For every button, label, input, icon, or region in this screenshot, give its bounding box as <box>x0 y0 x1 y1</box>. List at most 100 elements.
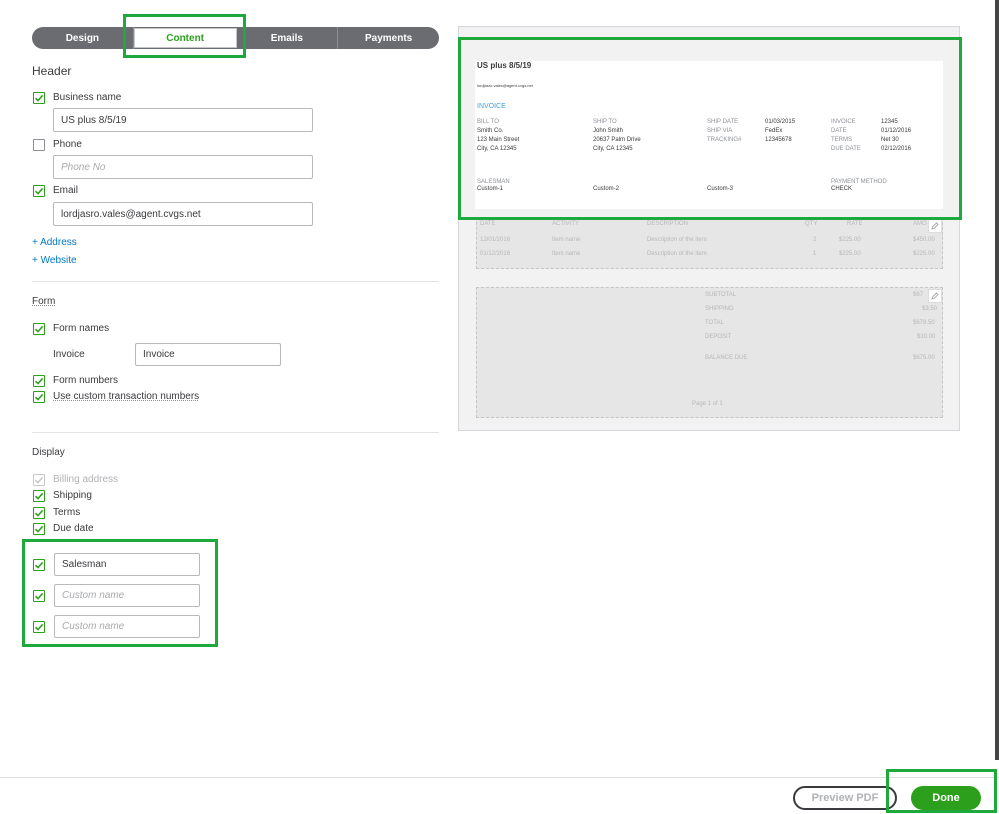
salesman-label: SALESMAN <box>477 179 510 185</box>
shipping-checkbox[interactable] <box>33 490 45 502</box>
tracking-label: TRACKING# <box>707 137 742 143</box>
footer-divider <box>0 777 999 778</box>
deposit-label: DEPOSIT <box>705 334 732 340</box>
invoice-no-label: INVOICE <box>831 119 856 125</box>
table-cell: Item name <box>552 237 581 243</box>
date-label: DATE <box>831 128 847 134</box>
table-header: AMO <box>913 221 927 227</box>
table-cell: Description of the item <box>647 251 707 257</box>
tab-bar: Design Content Emails Payments <box>32 27 439 49</box>
preview-table-block[interactable]: DATE ACTIVITY DESCRIPTION QTY RATE AMO 1… <box>476 217 943 269</box>
header-section-title: Header <box>32 64 72 78</box>
ship-date-value: 01/03/2015 <box>765 119 796 125</box>
scrollbar[interactable] <box>995 0 999 760</box>
business-name-label: Business name <box>53 92 122 103</box>
invoice-name-input[interactable]: Invoice <box>135 343 281 366</box>
balance-due-label: BALANCE DUE <box>705 355 748 361</box>
terms-value: Net 30 <box>881 137 899 143</box>
preview-email: lordjasro.vales@agent.cvgs.net <box>477 83 533 88</box>
check-icon <box>34 623 44 631</box>
tab-payments[interactable]: Payments <box>338 27 439 49</box>
email-checkbox[interactable] <box>33 185 45 197</box>
phone-input[interactable]: Phone No <box>53 155 313 179</box>
phone-label: Phone <box>53 139 82 150</box>
add-address-link[interactable]: + Address <box>32 237 77 248</box>
preview-doc-title: INVOICE <box>477 103 506 110</box>
preview-pdf-button[interactable]: Preview PDF <box>793 786 897 810</box>
custom-field-3-checkbox[interactable] <box>33 621 45 633</box>
check-icon <box>34 592 44 600</box>
ship-date-label: SHIP DATE <box>707 119 739 125</box>
subtotal-label: SUBTOTAL <box>705 292 737 298</box>
custom-field-1-input[interactable]: Salesman <box>54 553 200 576</box>
due-date-label: DUE DATE <box>831 146 861 152</box>
table-header: DATE <box>480 221 496 227</box>
business-name-input[interactable]: US plus 8/5/19 <box>53 108 313 132</box>
check-icon <box>34 525 44 533</box>
table-header: ACTIVITY <box>552 221 580 227</box>
business-name-checkbox[interactable] <box>33 92 45 104</box>
total-label: TOTAL <box>705 320 724 326</box>
table-cell: 01/12/2016 <box>480 251 511 257</box>
custom-field-1-checkbox[interactable] <box>33 559 45 571</box>
phone-checkbox[interactable] <box>33 139 45 151</box>
billing-address-label: Billing address <box>53 474 119 485</box>
page-indicator: Page 1 of 1 <box>692 401 723 407</box>
check-icon <box>34 492 44 500</box>
invoice-preview: US plus 8/5/19 lordjasro.vales@agent.cvg… <box>458 26 960 431</box>
shipping-total-value: $3.50 <box>922 306 938 312</box>
custom-field-3-input[interactable]: Custom name <box>54 615 200 638</box>
due-date-checkbox[interactable] <box>33 523 45 535</box>
table-cell: Description of the item <box>647 237 707 243</box>
custom-2-value: Custom-2 <box>593 186 620 192</box>
add-website-link[interactable]: + Website <box>32 255 77 266</box>
done-button[interactable]: Done <box>911 786 981 810</box>
table-cell: $225.00 <box>839 237 861 243</box>
form-names-label: Form names <box>53 323 110 334</box>
terms-label: Terms <box>53 507 81 518</box>
form-names-checkbox[interactable] <box>33 323 45 335</box>
custom-3-value: Custom-3 <box>707 186 734 192</box>
table-cell: $225.00 <box>839 251 861 257</box>
tab-design[interactable]: Design <box>32 27 134 49</box>
check-icon <box>34 94 44 102</box>
preview-totals-block[interactable]: SUBTOTAL $67 SHIPPING $3.50 TOTAL $678.5… <box>476 287 943 418</box>
table-header: DESCRIPTION <box>647 221 689 227</box>
custom-numbers-label[interactable]: Use custom transaction numbers <box>53 391 199 402</box>
bill-to-line: 123 Main Street <box>477 137 520 143</box>
shipping-label: Shipping <box>53 490 92 501</box>
tab-emails[interactable]: Emails <box>237 27 339 49</box>
custom-field-2-checkbox[interactable] <box>33 590 45 602</box>
form-numbers-label: Form numbers <box>53 375 119 386</box>
tracking-value: 12345678 <box>765 137 792 143</box>
form-numbers-checkbox[interactable] <box>33 375 45 387</box>
custom-numbers-checkbox[interactable] <box>33 391 45 403</box>
check-icon <box>34 509 44 517</box>
shipping-total-label: SHIPPING <box>705 306 734 312</box>
check-icon <box>34 561 44 569</box>
email-input[interactable]: lordjasro.vales@agent.cvgs.net <box>53 202 313 226</box>
ship-to-line: 20637 Palm Drive <box>593 137 641 143</box>
preview-company: US plus 8/5/19 <box>477 61 532 70</box>
ship-via-label: SHIP VIA <box>707 128 733 134</box>
edit-pencil-icon[interactable] <box>928 219 942 233</box>
edit-pencil-icon[interactable] <box>928 289 942 303</box>
tab-content[interactable]: Content <box>133 28 237 48</box>
subtotal-value: $67 <box>913 292 924 298</box>
date-value: 01/12/2016 <box>881 128 912 134</box>
ship-to-line: John Smith <box>593 128 624 134</box>
terms-checkbox[interactable] <box>33 507 45 519</box>
table-header: QTY <box>805 221 818 227</box>
preview-header-block[interactable]: US plus 8/5/19 lordjasro.vales@agent.cvg… <box>475 61 943 209</box>
payment-method-value: CHECK <box>831 186 853 192</box>
table-header: RATE <box>847 221 863 227</box>
form-section-title: Form <box>32 296 56 307</box>
bill-to-label: BILL TO <box>477 119 499 125</box>
custom-field-2-input[interactable]: Custom name <box>54 584 200 607</box>
check-icon <box>34 476 44 484</box>
balance-due-value: $675.00 <box>913 355 935 361</box>
table-cell: 12/01/2016 <box>480 237 511 243</box>
table-cell: $450.00 <box>913 237 935 243</box>
email-label: Email <box>53 185 79 196</box>
bill-to-line: City, CA 12345 <box>477 146 517 152</box>
